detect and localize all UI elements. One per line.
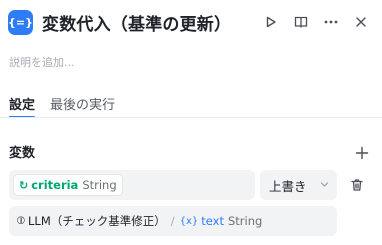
operation-select[interactable]: 上書き: [260, 170, 337, 200]
close-button[interactable]: [350, 11, 372, 33]
variable-assign-icon: {=}: [8, 9, 33, 35]
description-input[interactable]: 説明を追加...: [9, 54, 75, 70]
variables-section-label: 変数: [9, 146, 36, 161]
tab-last-run[interactable]: 最後の実行: [50, 92, 115, 118]
trash-icon: [351, 179, 363, 191]
tab-settings[interactable]: 設定: [9, 92, 36, 118]
target-variable-field[interactable]: ↻ criteria String: [9, 170, 255, 200]
close-icon: [356, 17, 366, 27]
delete-assignment-button[interactable]: [349, 177, 365, 193]
target-variable-chip[interactable]: ↻ criteria String: [13, 174, 123, 196]
target-variable-type: String: [82, 178, 117, 192]
target-variable-name: criteria: [31, 178, 79, 192]
llm-node-icon: ⦶: [17, 214, 25, 227]
operation-value: 上書き: [269, 178, 307, 194]
tab-bar: 設定 最後の実行: [9, 92, 382, 118]
conversation-variable-icon: ↻: [19, 178, 29, 192]
help-button[interactable]: [290, 11, 312, 33]
node-title[interactable]: 変数代入（基準の更新）: [42, 10, 231, 35]
source-separator: /: [170, 214, 175, 228]
book-icon: [294, 16, 308, 28]
plus-icon: [355, 146, 369, 160]
more-button[interactable]: [320, 11, 342, 33]
source-value-field[interactable]: ⦶ LLM（チェック基準修正） / {x} text String: [9, 206, 337, 236]
play-icon: [266, 16, 276, 28]
chevron-down-icon: [320, 182, 329, 187]
source-variable-type: String: [227, 214, 263, 228]
source-node-name: LLM（チェック基準修正）: [28, 214, 166, 228]
header-actions: [252, 7, 372, 37]
run-node-button[interactable]: [260, 11, 282, 33]
variable-icon: {x}: [179, 215, 199, 227]
source-variable-name: text: [201, 214, 224, 228]
more-icon: [324, 20, 338, 24]
add-variable-button[interactable]: [355, 145, 369, 160]
node-header: {=} 変数代入（基準の更新）: [8, 7, 374, 37]
tab-divider: [0, 117, 382, 118]
